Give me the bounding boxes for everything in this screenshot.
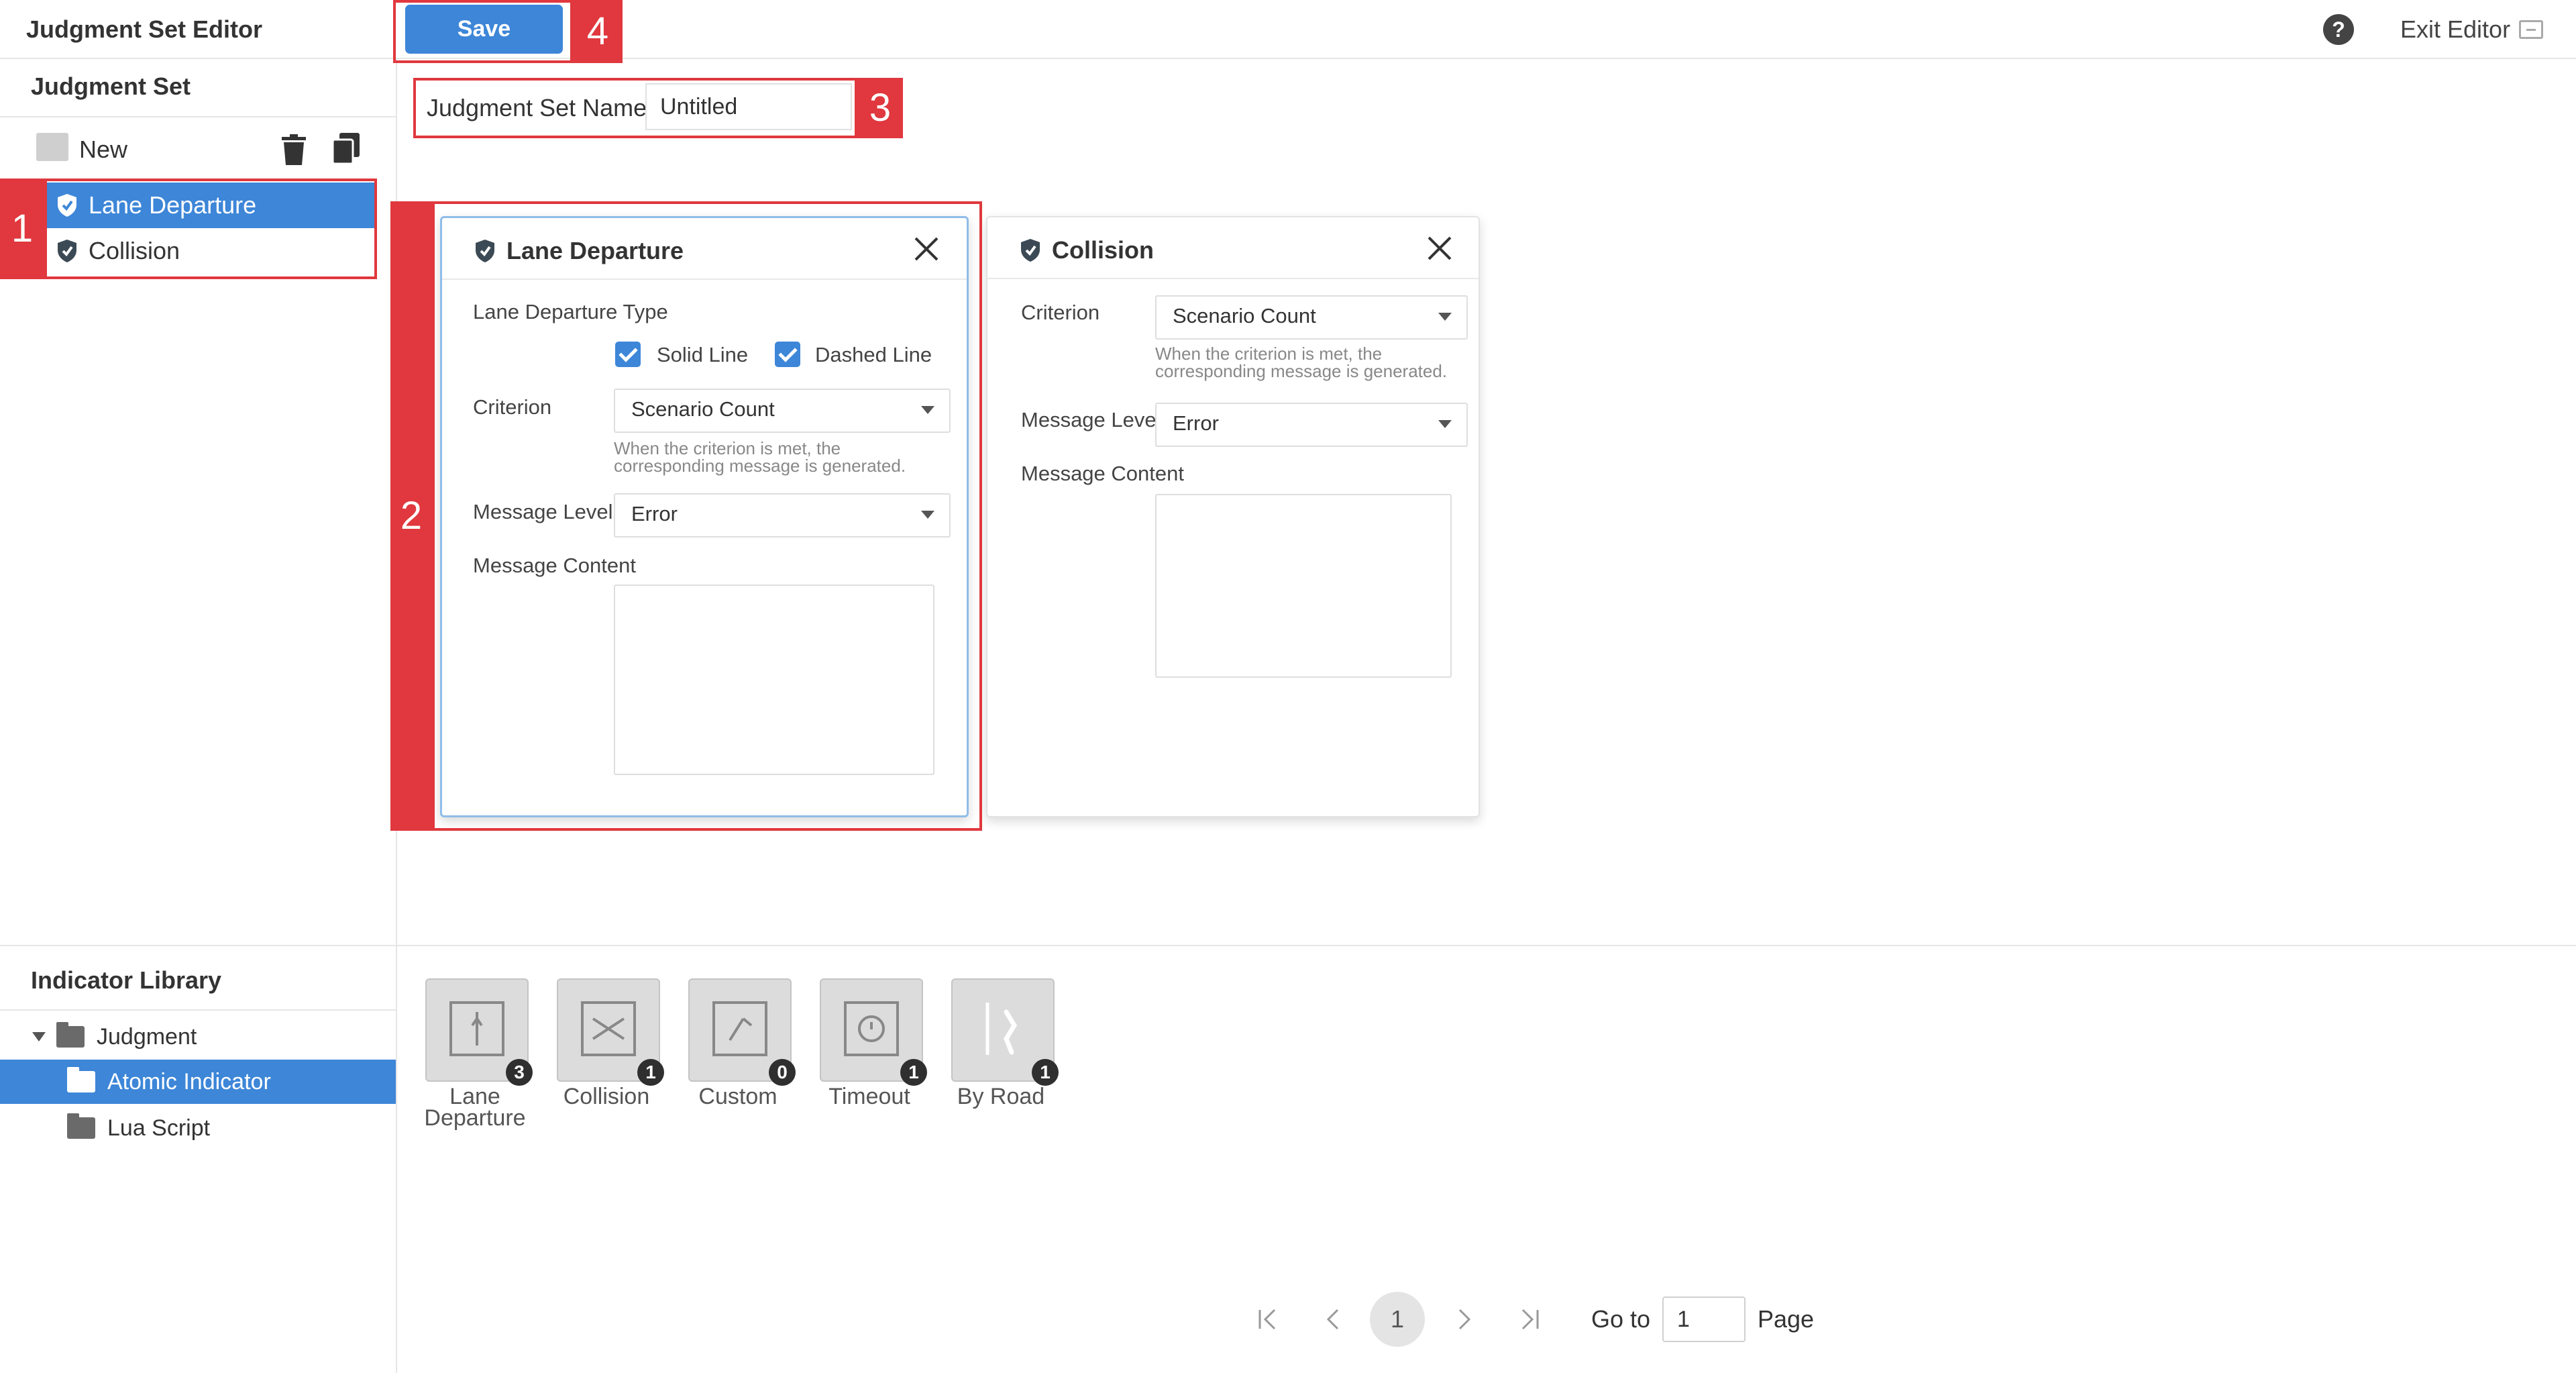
close-icon[interactable]: [1424, 232, 1456, 264]
message-level-select[interactable]: Error: [1155, 403, 1468, 447]
message-level-label: Message Level: [1021, 408, 1161, 431]
first-page-icon[interactable]: [1256, 1307, 1280, 1331]
custom-icon: [712, 1001, 767, 1056]
help-icon[interactable]: ?: [2323, 14, 2354, 45]
message-content-textarea[interactable]: [1155, 494, 1452, 678]
library-divider: [0, 945, 2576, 946]
criterion-value: Scenario Count: [1173, 304, 1316, 327]
chevron-down-icon[interactable]: [32, 1032, 46, 1041]
indicator-tile-by-road[interactable]: 1: [951, 978, 1059, 1086]
indicator-tile-collision[interactable]: 1: [557, 978, 664, 1086]
indicator-label: Timeout: [828, 1084, 910, 1109]
chevron-down-icon: [1438, 313, 1452, 321]
tree-item-label: Lua Script: [107, 1115, 211, 1141]
indicator-library-heading: Indicator Library: [31, 966, 222, 994]
timeout-icon: [844, 1001, 899, 1056]
indicator-count-badge: 1: [1032, 1059, 1059, 1086]
indicator-label: Collision: [563, 1084, 650, 1109]
annotation-marker-1: 1: [0, 179, 44, 279]
folder-icon: [67, 1067, 95, 1092]
tree-item-atomic-indicator[interactable]: Atomic Indicator: [0, 1060, 396, 1104]
annotation-marker-3: 3: [857, 78, 903, 138]
card-title-text: Collision: [1052, 236, 1154, 264]
indicator-label-line2: Departure: [424, 1105, 526, 1131]
annotation-box-1: [44, 179, 377, 279]
indicator-count-badge: 1: [900, 1059, 927, 1086]
annotation-marker-4: 4: [573, 0, 623, 63]
lane-departure-icon: [449, 1001, 504, 1056]
indicator-tile-timeout[interactable]: 1: [820, 978, 927, 1086]
collision-icon: [581, 1001, 636, 1056]
new-folder-icon[interactable]: [36, 133, 68, 161]
next-page-icon[interactable]: [1452, 1307, 1476, 1331]
new-button[interactable]: New: [79, 136, 127, 164]
goto-label: Go to: [1591, 1305, 1651, 1333]
card-divider: [987, 278, 1479, 279]
indicator-label: Custom: [698, 1084, 777, 1109]
folder-open-icon: [56, 1022, 85, 1048]
by-road-icon: [985, 1003, 1018, 1055]
exit-icon[interactable]: [2519, 20, 2543, 39]
prev-page-icon[interactable]: [1322, 1307, 1346, 1331]
tree-item-judgment[interactable]: Judgment: [0, 1015, 396, 1059]
app-title: Judgment Set Editor: [26, 15, 263, 43]
indicator-tile-lane-departure[interactable]: 3: [425, 978, 533, 1086]
trash-icon[interactable]: [280, 134, 307, 165]
exit-editor-link[interactable]: Exit Editor: [2400, 15, 2510, 44]
page-label: Page: [1758, 1305, 1815, 1333]
judgment-set-heading: Judgment Set: [31, 72, 191, 100]
indicator-count-badge: 1: [637, 1059, 664, 1086]
annotation-box-3: [413, 78, 857, 138]
indicator-count-badge: 3: [506, 1059, 533, 1086]
last-page-icon[interactable]: [1517, 1307, 1542, 1331]
chevron-down-icon: [1438, 420, 1452, 428]
criterion-hint-line2: corresponding message is generated.: [1155, 361, 1448, 381]
collision-card: Collision Criterion Scenario Count When …: [986, 216, 1480, 817]
current-page-button[interactable]: 1: [1370, 1292, 1425, 1347]
message-level-value: Error: [1173, 411, 1219, 435]
annotation-marker-2: 2: [390, 201, 432, 831]
indicator-count-badge: 0: [769, 1059, 796, 1086]
tree-item-lua-script[interactable]: Lua Script: [0, 1106, 396, 1150]
criterion-hint-line1: When the criterion is met, the: [1155, 344, 1383, 364]
indicator-tile-custom[interactable]: 0: [688, 978, 796, 1086]
header-divider: [0, 58, 2576, 59]
sidebar-divider: [0, 116, 396, 117]
criterion-select[interactable]: Scenario Count: [1155, 295, 1468, 340]
message-content-label: Message Content: [1021, 462, 1184, 485]
tree-item-label: Judgment: [97, 1023, 197, 1050]
criterion-label: Criterion: [1021, 301, 1100, 324]
annotation-box-4: [393, 0, 573, 63]
library-sidebar-divider: [0, 1009, 396, 1011]
folder-icon: [67, 1113, 95, 1139]
goto-page-input[interactable]: [1662, 1296, 1746, 1342]
copy-icon[interactable]: [331, 133, 361, 165]
shield-icon: [1021, 239, 1040, 262]
annotation-box-2: [432, 201, 982, 831]
tree-item-label: Atomic Indicator: [107, 1068, 271, 1095]
card-title: Collision: [1020, 236, 1154, 264]
indicator-label: By Road: [957, 1084, 1045, 1109]
